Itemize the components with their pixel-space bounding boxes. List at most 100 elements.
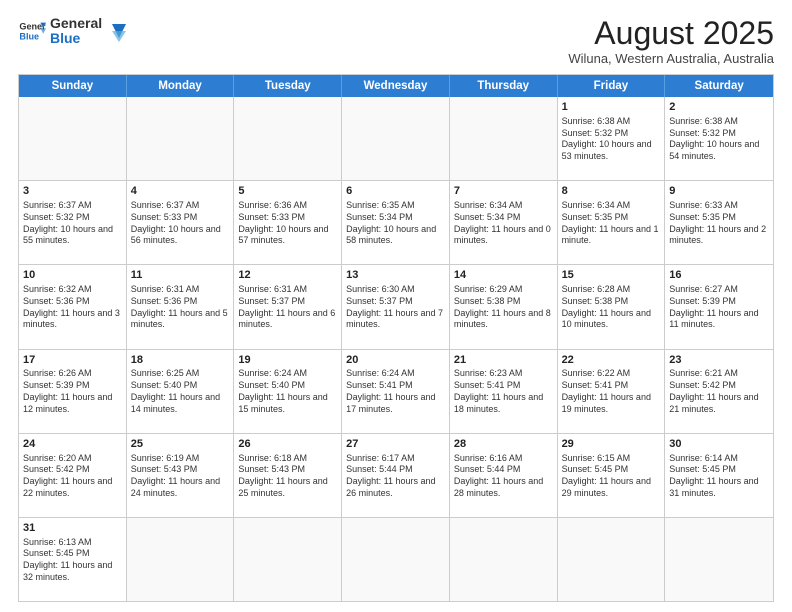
calendar-cell: 12Sunrise: 6:31 AM Sunset: 5:37 PM Dayli… bbox=[234, 265, 342, 348]
calendar-cell: 23Sunrise: 6:21 AM Sunset: 5:42 PM Dayli… bbox=[665, 350, 773, 433]
day-number: 8 bbox=[562, 184, 661, 199]
calendar-header: SundayMondayTuesdayWednesdayThursdayFrid… bbox=[19, 75, 773, 97]
calendar-cell: 26Sunrise: 6:18 AM Sunset: 5:43 PM Dayli… bbox=[234, 434, 342, 517]
calendar-cell: 13Sunrise: 6:30 AM Sunset: 5:37 PM Dayli… bbox=[342, 265, 450, 348]
calendar-cell: 11Sunrise: 6:31 AM Sunset: 5:36 PM Dayli… bbox=[127, 265, 235, 348]
day-number: 4 bbox=[131, 184, 230, 199]
day-number: 1 bbox=[562, 100, 661, 115]
day-number: 29 bbox=[562, 437, 661, 452]
day-info: Sunrise: 6:25 AM Sunset: 5:40 PM Dayligh… bbox=[131, 368, 230, 415]
day-number: 2 bbox=[669, 100, 769, 115]
logo: General Blue General Blue bbox=[18, 16, 128, 47]
calendar-cell: 2Sunrise: 6:38 AM Sunset: 5:32 PM Daylig… bbox=[665, 97, 773, 180]
day-of-week-header: Monday bbox=[127, 75, 235, 97]
day-number: 17 bbox=[23, 353, 122, 368]
day-info: Sunrise: 6:19 AM Sunset: 5:43 PM Dayligh… bbox=[131, 453, 230, 500]
calendar-body: 1Sunrise: 6:38 AM Sunset: 5:32 PM Daylig… bbox=[19, 97, 773, 601]
calendar-cell: 31Sunrise: 6:13 AM Sunset: 5:45 PM Dayli… bbox=[19, 518, 127, 601]
calendar-cell bbox=[342, 518, 450, 601]
day-info: Sunrise: 6:26 AM Sunset: 5:39 PM Dayligh… bbox=[23, 368, 122, 415]
day-of-week-header: Friday bbox=[558, 75, 666, 97]
day-info: Sunrise: 6:36 AM Sunset: 5:33 PM Dayligh… bbox=[238, 200, 337, 247]
day-info: Sunrise: 6:35 AM Sunset: 5:34 PM Dayligh… bbox=[346, 200, 445, 247]
day-info: Sunrise: 6:24 AM Sunset: 5:40 PM Dayligh… bbox=[238, 368, 337, 415]
day-info: Sunrise: 6:38 AM Sunset: 5:32 PM Dayligh… bbox=[562, 116, 661, 163]
calendar-cell bbox=[19, 97, 127, 180]
day-number: 30 bbox=[669, 437, 769, 452]
logo-general: General bbox=[50, 16, 102, 31]
svg-text:Blue: Blue bbox=[19, 32, 39, 42]
day-number: 13 bbox=[346, 268, 445, 283]
day-number: 22 bbox=[562, 353, 661, 368]
calendar-row: 10Sunrise: 6:32 AM Sunset: 5:36 PM Dayli… bbox=[19, 264, 773, 348]
day-number: 3 bbox=[23, 184, 122, 199]
calendar-cell: 18Sunrise: 6:25 AM Sunset: 5:40 PM Dayli… bbox=[127, 350, 235, 433]
calendar-cell: 21Sunrise: 6:23 AM Sunset: 5:41 PM Dayli… bbox=[450, 350, 558, 433]
day-info: Sunrise: 6:24 AM Sunset: 5:41 PM Dayligh… bbox=[346, 368, 445, 415]
day-of-week-header: Wednesday bbox=[342, 75, 450, 97]
calendar-cell bbox=[342, 97, 450, 180]
page-subtitle: Wiluna, Western Australia, Australia bbox=[568, 51, 774, 66]
day-number: 28 bbox=[454, 437, 553, 452]
day-info: Sunrise: 6:31 AM Sunset: 5:36 PM Dayligh… bbox=[131, 284, 230, 331]
day-info: Sunrise: 6:34 AM Sunset: 5:35 PM Dayligh… bbox=[562, 200, 661, 247]
day-number: 20 bbox=[346, 353, 445, 368]
calendar-cell bbox=[450, 97, 558, 180]
page-title: August 2025 bbox=[568, 16, 774, 51]
logo-blue: Blue bbox=[50, 31, 102, 46]
calendar-cell: 6Sunrise: 6:35 AM Sunset: 5:34 PM Daylig… bbox=[342, 181, 450, 264]
day-info: Sunrise: 6:22 AM Sunset: 5:41 PM Dayligh… bbox=[562, 368, 661, 415]
day-info: Sunrise: 6:34 AM Sunset: 5:34 PM Dayligh… bbox=[454, 200, 553, 247]
day-number: 10 bbox=[23, 268, 122, 283]
calendar-cell: 15Sunrise: 6:28 AM Sunset: 5:38 PM Dayli… bbox=[558, 265, 666, 348]
day-number: 27 bbox=[346, 437, 445, 452]
day-info: Sunrise: 6:14 AM Sunset: 5:45 PM Dayligh… bbox=[669, 453, 769, 500]
calendar-cell: 14Sunrise: 6:29 AM Sunset: 5:38 PM Dayli… bbox=[450, 265, 558, 348]
calendar-cell: 8Sunrise: 6:34 AM Sunset: 5:35 PM Daylig… bbox=[558, 181, 666, 264]
day-number: 14 bbox=[454, 268, 553, 283]
logo-triangle-icon bbox=[106, 20, 128, 42]
day-info: Sunrise: 6:17 AM Sunset: 5:44 PM Dayligh… bbox=[346, 453, 445, 500]
calendar-page: General Blue General Blue August 2025 Wi… bbox=[0, 0, 792, 612]
day-number: 16 bbox=[669, 268, 769, 283]
calendar-cell: 29Sunrise: 6:15 AM Sunset: 5:45 PM Dayli… bbox=[558, 434, 666, 517]
calendar-cell bbox=[127, 97, 235, 180]
day-number: 19 bbox=[238, 353, 337, 368]
day-number: 31 bbox=[23, 521, 122, 536]
day-number: 11 bbox=[131, 268, 230, 283]
calendar-cell bbox=[450, 518, 558, 601]
day-info: Sunrise: 6:16 AM Sunset: 5:44 PM Dayligh… bbox=[454, 453, 553, 500]
day-info: Sunrise: 6:27 AM Sunset: 5:39 PM Dayligh… bbox=[669, 284, 769, 331]
day-info: Sunrise: 6:37 AM Sunset: 5:32 PM Dayligh… bbox=[23, 200, 122, 247]
day-number: 12 bbox=[238, 268, 337, 283]
calendar-row: 1Sunrise: 6:38 AM Sunset: 5:32 PM Daylig… bbox=[19, 97, 773, 180]
day-number: 18 bbox=[131, 353, 230, 368]
calendar-cell bbox=[234, 97, 342, 180]
calendar-cell: 5Sunrise: 6:36 AM Sunset: 5:33 PM Daylig… bbox=[234, 181, 342, 264]
calendar-cell bbox=[234, 518, 342, 601]
calendar-cell bbox=[665, 518, 773, 601]
day-info: Sunrise: 6:38 AM Sunset: 5:32 PM Dayligh… bbox=[669, 116, 769, 163]
calendar-cell bbox=[558, 518, 666, 601]
calendar-cell: 28Sunrise: 6:16 AM Sunset: 5:44 PM Dayli… bbox=[450, 434, 558, 517]
day-info: Sunrise: 6:13 AM Sunset: 5:45 PM Dayligh… bbox=[23, 537, 122, 584]
day-number: 26 bbox=[238, 437, 337, 452]
calendar-cell: 30Sunrise: 6:14 AM Sunset: 5:45 PM Dayli… bbox=[665, 434, 773, 517]
day-number: 15 bbox=[562, 268, 661, 283]
calendar-cell: 22Sunrise: 6:22 AM Sunset: 5:41 PM Dayli… bbox=[558, 350, 666, 433]
day-of-week-header: Sunday bbox=[19, 75, 127, 97]
calendar-row: 3Sunrise: 6:37 AM Sunset: 5:32 PM Daylig… bbox=[19, 180, 773, 264]
day-info: Sunrise: 6:18 AM Sunset: 5:43 PM Dayligh… bbox=[238, 453, 337, 500]
day-number: 25 bbox=[131, 437, 230, 452]
day-info: Sunrise: 6:30 AM Sunset: 5:37 PM Dayligh… bbox=[346, 284, 445, 331]
day-info: Sunrise: 6:21 AM Sunset: 5:42 PM Dayligh… bbox=[669, 368, 769, 415]
day-info: Sunrise: 6:29 AM Sunset: 5:38 PM Dayligh… bbox=[454, 284, 553, 331]
calendar-cell: 16Sunrise: 6:27 AM Sunset: 5:39 PM Dayli… bbox=[665, 265, 773, 348]
calendar-cell: 10Sunrise: 6:32 AM Sunset: 5:36 PM Dayli… bbox=[19, 265, 127, 348]
calendar-cell: 1Sunrise: 6:38 AM Sunset: 5:32 PM Daylig… bbox=[558, 97, 666, 180]
day-info: Sunrise: 6:32 AM Sunset: 5:36 PM Dayligh… bbox=[23, 284, 122, 331]
day-info: Sunrise: 6:33 AM Sunset: 5:35 PM Dayligh… bbox=[669, 200, 769, 247]
calendar-cell: 4Sunrise: 6:37 AM Sunset: 5:33 PM Daylig… bbox=[127, 181, 235, 264]
calendar-cell: 24Sunrise: 6:20 AM Sunset: 5:42 PM Dayli… bbox=[19, 434, 127, 517]
day-info: Sunrise: 6:31 AM Sunset: 5:37 PM Dayligh… bbox=[238, 284, 337, 331]
